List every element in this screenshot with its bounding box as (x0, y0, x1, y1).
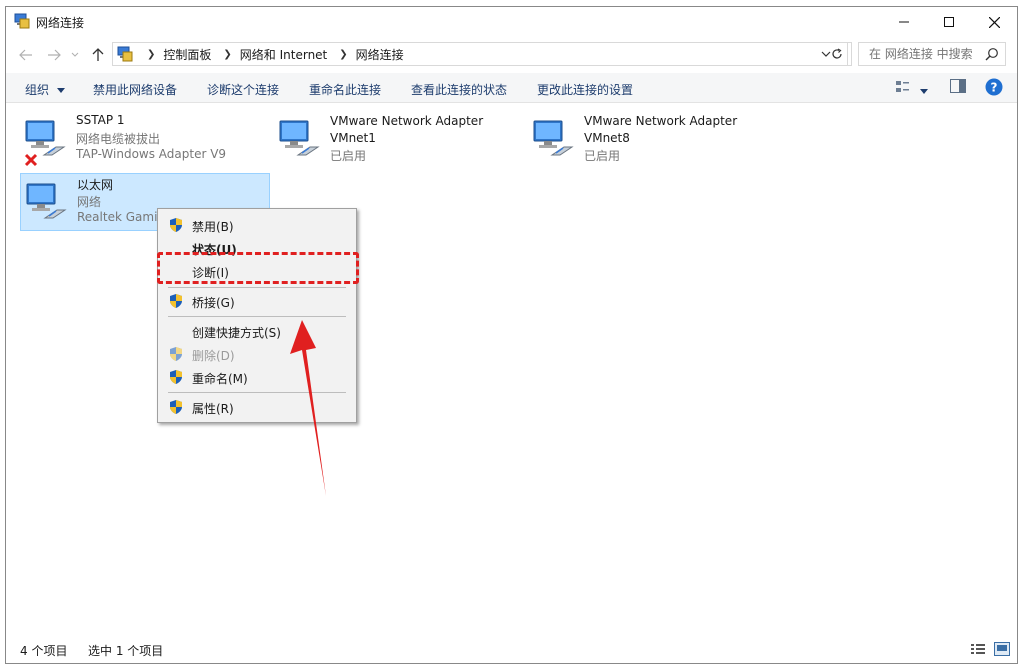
connection-status: 网络 (77, 195, 102, 209)
change-settings-button[interactable]: 更改此连接的设置 (537, 81, 633, 98)
large-icons-view-button[interactable] (994, 642, 1010, 659)
arrow-up-icon (92, 48, 104, 61)
help-button[interactable]: ? (985, 78, 1003, 99)
refresh-button[interactable] (826, 42, 848, 66)
refresh-icon (831, 48, 842, 59)
up-button[interactable] (88, 45, 108, 65)
recent-locations-button[interactable] (68, 45, 82, 65)
network-adapter-icon (26, 183, 67, 219)
menu-separator (168, 287, 346, 288)
disconnected-x-icon (24, 153, 38, 167)
close-icon (988, 16, 1000, 28)
breadcrumb-network-connections[interactable]: 网络连接 (356, 46, 404, 63)
disable-device-button[interactable]: 禁用此网络设备 (93, 81, 177, 98)
search-icon[interactable] (985, 47, 999, 61)
breadcrumb-separator-icon[interactable]: ❯ (339, 49, 347, 60)
connection-status: 已启用 (584, 149, 621, 163)
menu-item-label: 重命名(M) (192, 372, 248, 386)
connection-name: SSTAP 1 (76, 113, 125, 127)
maximize-button[interactable] (926, 7, 972, 37)
breadcrumb-separator-icon[interactable]: ❯ (147, 49, 155, 60)
maximize-icon (944, 17, 954, 27)
connection-name: VMware Network Adapter VMnet8 (584, 114, 738, 145)
forward-button[interactable] (44, 45, 64, 65)
connection-name: VMware Network Adapter VMnet1 (330, 114, 484, 145)
title-bar: 网络连接 (6, 7, 1017, 37)
minimize-icon (899, 21, 909, 23)
selected-count: 选中 1 个项目 (88, 644, 164, 658)
large-icons-view-icon (994, 642, 1010, 656)
search-box[interactable] (858, 42, 1006, 66)
uac-shield-icon (170, 400, 182, 414)
command-bar: 组织 禁用此网络设备 诊断这个连接 重命名此连接 查看此连接的状态 更改此连接的… (6, 73, 1017, 103)
search-input[interactable] (867, 46, 977, 62)
breadcrumb-network-internet[interactable]: 网络和 Internet (240, 46, 327, 63)
connection-item-vmnet1[interactable]: VMware Network Adapter VMnet1 已启用 (274, 111, 524, 169)
change-view-button[interactable] (895, 79, 911, 98)
annotation-arrow-icon (290, 320, 326, 496)
details-view-button[interactable] (970, 642, 986, 659)
connection-adapter: Realtek Gamin (77, 210, 166, 224)
view-menu-dropdown[interactable] (920, 84, 928, 98)
preview-pane-button[interactable] (950, 79, 966, 96)
details-view-icon (971, 644, 985, 654)
preview-pane-icon (950, 79, 966, 93)
menu-item-disable[interactable]: 禁用(B) (158, 214, 356, 236)
view-status-button[interactable]: 查看此连接的状态 (411, 81, 507, 98)
uac-shield-icon (170, 347, 182, 361)
item-count: 4 个项目 (20, 644, 68, 658)
address-row: ❯ 控制面板 ❯ 网络和 Internet ❯ 网络连接 (6, 41, 1017, 69)
menu-item-label: 禁用(B) (192, 220, 234, 234)
connection-item-sstap[interactable]: SSTAP 1 网络电缆被拔出 TAP-Windows Adapter V9 (20, 111, 270, 169)
connection-status: 网络电缆被拔出 (76, 132, 161, 146)
arrow-right-icon (48, 49, 61, 61)
menu-item-label: 桥接(G) (192, 296, 235, 310)
connection-status: 已启用 (330, 149, 367, 163)
connection-name: 以太网 (77, 178, 114, 192)
help-icon: ? (985, 78, 1003, 96)
network-adapter-icon (533, 120, 574, 156)
organize-menu[interactable]: 组织 (25, 81, 65, 98)
annotation-highlight-box (157, 252, 359, 284)
view-options-icon (896, 81, 909, 92)
caret-down-icon (56, 88, 65, 93)
breadcrumb-control-panel[interactable]: 控制面板 (163, 46, 211, 63)
menu-item-bridge[interactable]: 桥接(G) (158, 290, 356, 312)
breadcrumb-separator-icon[interactable]: ❯ (223, 49, 231, 60)
minimize-button[interactable] (881, 7, 927, 37)
uac-shield-icon (170, 294, 182, 308)
menu-item-label: 删除(D) (192, 349, 235, 363)
diagnose-connection-button[interactable]: 诊断这个连接 (207, 81, 279, 98)
uac-shield-icon (170, 370, 182, 384)
arrow-left-icon (19, 49, 32, 61)
network-connections-icon (14, 13, 30, 29)
organize-label: 组织 (25, 83, 50, 97)
network-connections-icon (117, 46, 133, 62)
chevron-down-icon (71, 52, 79, 57)
window-title: 网络连接 (36, 16, 85, 30)
address-bar[interactable]: ❯ 控制面板 ❯ 网络和 Internet ❯ 网络连接 (112, 42, 852, 66)
menu-item-label: 属性(R) (192, 402, 234, 416)
connection-item-vmnet8[interactable]: VMware Network Adapter VMnet8 已启用 (528, 111, 778, 169)
menu-item-label: 创建快捷方式(S) (192, 326, 281, 340)
svg-text:?: ? (991, 81, 998, 95)
connection-adapter: TAP-Windows Adapter V9 (76, 147, 227, 161)
back-button[interactable] (16, 45, 36, 65)
rename-connection-button[interactable]: 重命名此连接 (309, 81, 381, 98)
caret-down-icon (920, 89, 928, 94)
network-adapter-icon (279, 120, 320, 156)
status-bar: 4 个项目 选中 1 个项目 (6, 637, 1017, 663)
uac-shield-icon (170, 218, 182, 232)
close-button[interactable] (971, 7, 1017, 37)
